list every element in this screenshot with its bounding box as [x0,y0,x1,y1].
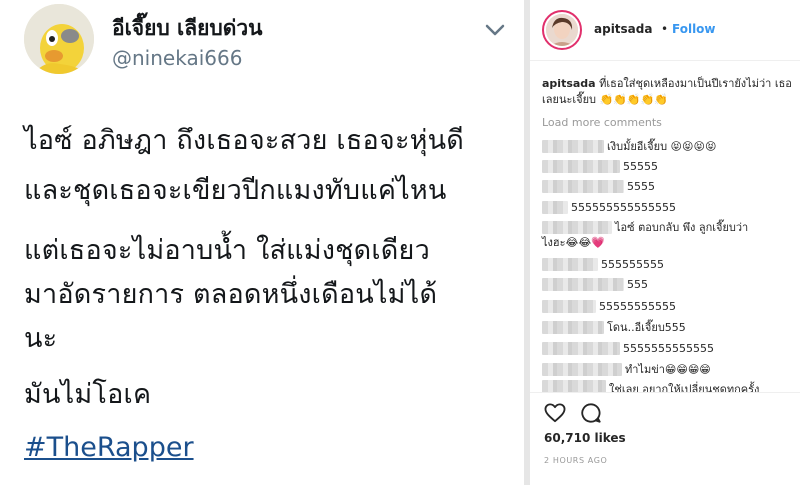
blurred-username [542,220,612,234]
comment-text: ทำไมข่า😁😁😁😁 [625,363,711,376]
comment-text: 5555555555555 [623,341,714,355]
comment-row: โดน..อีเจี๊ยบ555 [542,319,686,335]
instagram-post-panel: apitsada • Follow apitsada ที่เธอใส่ชุดเ… [530,0,800,485]
comment-icon[interactable] [580,402,602,424]
tweet-text-line: มันไม่โอเค [24,379,152,410]
comment-row: ทำไมข่า😁😁😁😁 [542,361,711,377]
comment-text: ไงฮะ😂😂💗 [542,236,605,249]
blurred-username [542,179,624,193]
comment-row: 5555 [542,178,655,194]
tweet-display-name[interactable]: อีเจี๊ยบ เลียบด่วน [112,12,263,45]
blurred-username [542,380,606,392]
blurred-username [542,362,622,376]
blurred-username [542,257,598,271]
comment-text: ใช่เลย อยากให้เปลี่ยนชุดทุกครั้ง [609,383,760,392]
comment-text: 555555555 [601,257,664,271]
comment-text: ไอซ์ ตอบกลับ พึง ลูกเจี๊ยบว่า [615,221,749,234]
likes-count[interactable]: 60,710 likes [544,431,626,445]
comments-divider [530,392,800,393]
hashtag-link[interactable]: #TheRapper [24,432,194,463]
post-timestamp[interactable]: 2 HOURS AGO [544,456,607,465]
comment-row: 55555 [542,158,658,174]
blurred-username [542,320,604,334]
comment-row-clipped: ใช่เลย อยากให้เปลี่ยนชุดทุกครั้ง [542,380,759,392]
comment-text: 555555555555555 [571,200,676,214]
follow-button[interactable]: Follow [672,22,716,36]
chevron-down-icon[interactable] [484,22,506,38]
caption-username[interactable]: apitsada [542,77,596,90]
tweet-text-line: นะ [24,323,58,354]
comment-row: 5555555555555 [542,340,714,356]
blurred-username [542,139,604,153]
comment-row: เงิบมั้ยอีเจี๊ยบ 😝😝😝😝 [542,138,716,154]
tweet-text-line: แต่เธอจะไม่อาบน้ำ ใส่แม่งชุดเดียว [24,235,430,266]
comment-text: เงิบมั้ยอีเจี๊ยบ 😝😝😝😝 [607,140,717,153]
separator-dot: • [661,22,669,36]
comment-text: โดน..อีเจี๊ยบ555 [607,321,686,334]
tweet-handle[interactable]: @ninekai666 [112,46,242,70]
comment-text: 55555555555 [599,299,676,313]
comment-row: 55555555555 [542,298,676,314]
tweet-card: อีเจี๊ยบ เลียบด่วน @ninekai666 ไอซ์ อภิษ… [0,0,524,485]
tweet-text-line: และชุดเธอจะเขียวปีกแมงทับแค่ไหน [24,175,447,206]
blurred-username [542,159,620,173]
comment-text: 555 [627,277,648,291]
blurred-username [542,299,596,313]
tweet-text-line: ไอซ์ อภิษฎา ถึงเธอจะสวย เธอจะหุ่นดี [24,125,465,156]
header-divider [530,60,800,61]
tweet-text-line: มาอัดรายการ ตลอดหนึ่งเดือนไม่ได้ [24,279,438,310]
blurred-username [542,277,624,291]
instagram-username[interactable]: apitsada [594,22,652,36]
post-caption: apitsada ที่เธอใส่ชุดเหลืองมาเป็นปีเรายั… [542,76,794,108]
tweet-avatar[interactable] [24,4,94,74]
comment-row: 555 [542,276,648,292]
blurred-username [542,341,620,355]
load-more-comments-link[interactable]: Load more comments [542,116,662,129]
comment-row: 555555555 [542,256,664,272]
comment-text: 5555 [627,179,655,193]
comment-row-continued: ไงฮะ😂😂💗 [542,234,605,250]
comment-row: 555555555555555 [542,199,676,215]
instagram-avatar[interactable] [542,10,582,50]
blurred-username [542,200,568,214]
comment-text: 55555 [623,159,658,173]
heart-icon[interactable] [544,403,566,423]
